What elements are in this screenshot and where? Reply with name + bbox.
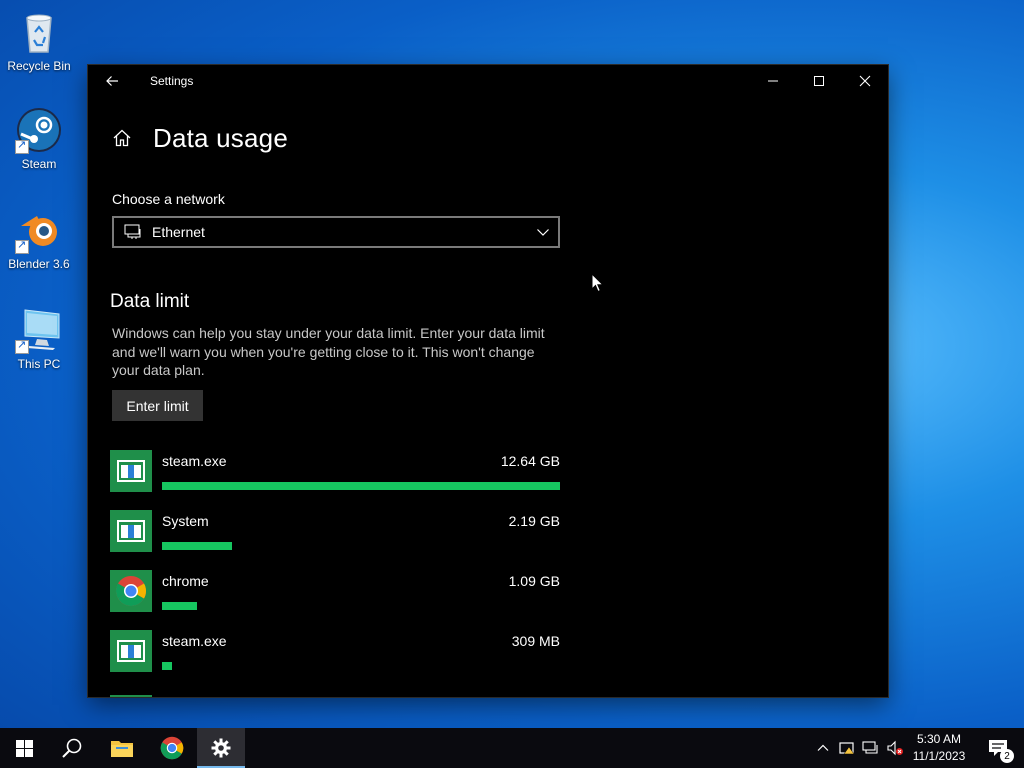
desktop-icon-label: This PC [17,357,61,371]
app-size: 2.19 GB [508,513,560,529]
usage-bar [162,662,560,670]
minimize-icon [768,80,778,82]
chrome-icon [110,570,152,612]
network-label: Choose a network [112,191,225,207]
computer-icon [15,306,63,354]
desktop-icon-label: Recycle Bin [7,59,71,73]
home-icon[interactable] [110,126,134,150]
desktop-icon-blender[interactable]: Blender 3.6 [4,206,74,271]
action-center-button[interactable]: 2 [978,728,1018,768]
desktop-icon-label: Steam [21,157,57,171]
blender-icon [15,206,63,254]
generic-app-icon [110,630,152,672]
data-limit-title: Data limit [110,291,190,312]
recycle-bin-icon [15,8,63,56]
back-arrow-icon [106,76,118,86]
close-icon [859,75,871,87]
taskbar-clock[interactable]: 5:30 AM 11/1/2023 [904,731,974,765]
security-warning-icon[interactable] [837,738,857,758]
generic-app-icon [110,450,152,492]
app-name: System [162,513,209,529]
close-button[interactable] [842,65,888,97]
mouse-cursor-icon [591,272,605,298]
shortcut-arrow-icon [15,238,29,254]
clock-time: 5:30 AM [916,732,962,746]
chrome-icon [160,736,184,760]
ethernet-icon [124,224,142,240]
app-usage-item-partial[interactable] [110,689,560,697]
taskbar-chrome[interactable] [148,728,196,768]
chevron-down-icon [537,229,549,236]
show-hidden-icons-chevron-up-icon[interactable] [813,738,833,758]
app-usage-item[interactable]: steam.exe 12.64 GB [110,449,560,509]
app-usage-item[interactable]: chrome 1.09 GB [110,569,560,629]
network-ethernet-icon[interactable] [861,738,881,758]
notification-count-badge: 2 [1000,749,1014,763]
page-title: Data usage [153,122,288,153]
settings-window: Settings Data usage Choose a network Eth… [88,65,888,697]
title-bar[interactable]: Settings [88,65,888,97]
desktop-icon-steam[interactable]: Steam [4,106,74,171]
steam-icon [15,106,63,154]
network-value: Ethernet [152,224,205,240]
app-size: 12.64 GB [500,453,560,469]
usage-bar-fill [162,542,232,550]
maximize-icon [814,76,824,86]
desktop-icon-label: Blender 3.6 [8,257,70,271]
usage-bar-fill [162,662,172,670]
shortcut-arrow-icon [15,338,29,354]
app-usage-item[interactable]: System 2.19 GB [110,509,560,569]
window-title: Settings [150,74,194,88]
shortcut-arrow-icon [15,138,29,154]
windows-logo-icon [15,739,33,757]
usage-bar [162,602,560,610]
app-name: chrome [162,573,209,589]
app-usage-item[interactable]: steam.exe 309 MB [110,629,560,689]
usage-bar [162,482,560,490]
volume-muted-icon[interactable] [885,738,905,758]
app-name: steam.exe [162,633,227,649]
app-usage-list: steam.exe 12.64 GB System 2.19 GB chrome… [110,449,560,697]
start-button[interactable] [0,728,48,768]
maximize-button[interactable] [796,65,842,97]
search-button[interactable] [48,728,96,768]
generic-app-icon [110,510,152,552]
usage-bar-fill [162,602,197,610]
generic-app-icon [110,695,152,697]
back-button[interactable] [96,65,128,97]
folder-icon [111,741,133,757]
gear-icon [211,738,231,758]
app-size: 309 MB [511,633,560,649]
page-header: Data usage [110,123,288,153]
app-name: steam.exe [162,453,227,469]
desktop-icon-recycle-bin[interactable]: Recycle Bin [4,8,74,73]
desktop-icon-this-pc[interactable]: This PC [4,306,74,371]
data-limit-description: Windows can help you stay under your dat… [112,325,545,378]
app-size: 1.09 GB [508,573,560,589]
network-dropdown[interactable]: Ethernet [112,216,560,248]
search-icon [62,738,82,758]
enter-limit-button[interactable]: Enter limit [112,390,203,421]
minimize-button[interactable] [750,65,796,97]
taskbar: 5:30 AM 11/1/2023 2 [0,728,1024,768]
clock-date: 11/1/2023 [912,749,966,763]
usage-bar [162,542,560,550]
taskbar-settings[interactable] [197,728,245,768]
taskbar-file-explorer[interactable] [98,728,146,768]
usage-bar-fill [162,482,560,490]
